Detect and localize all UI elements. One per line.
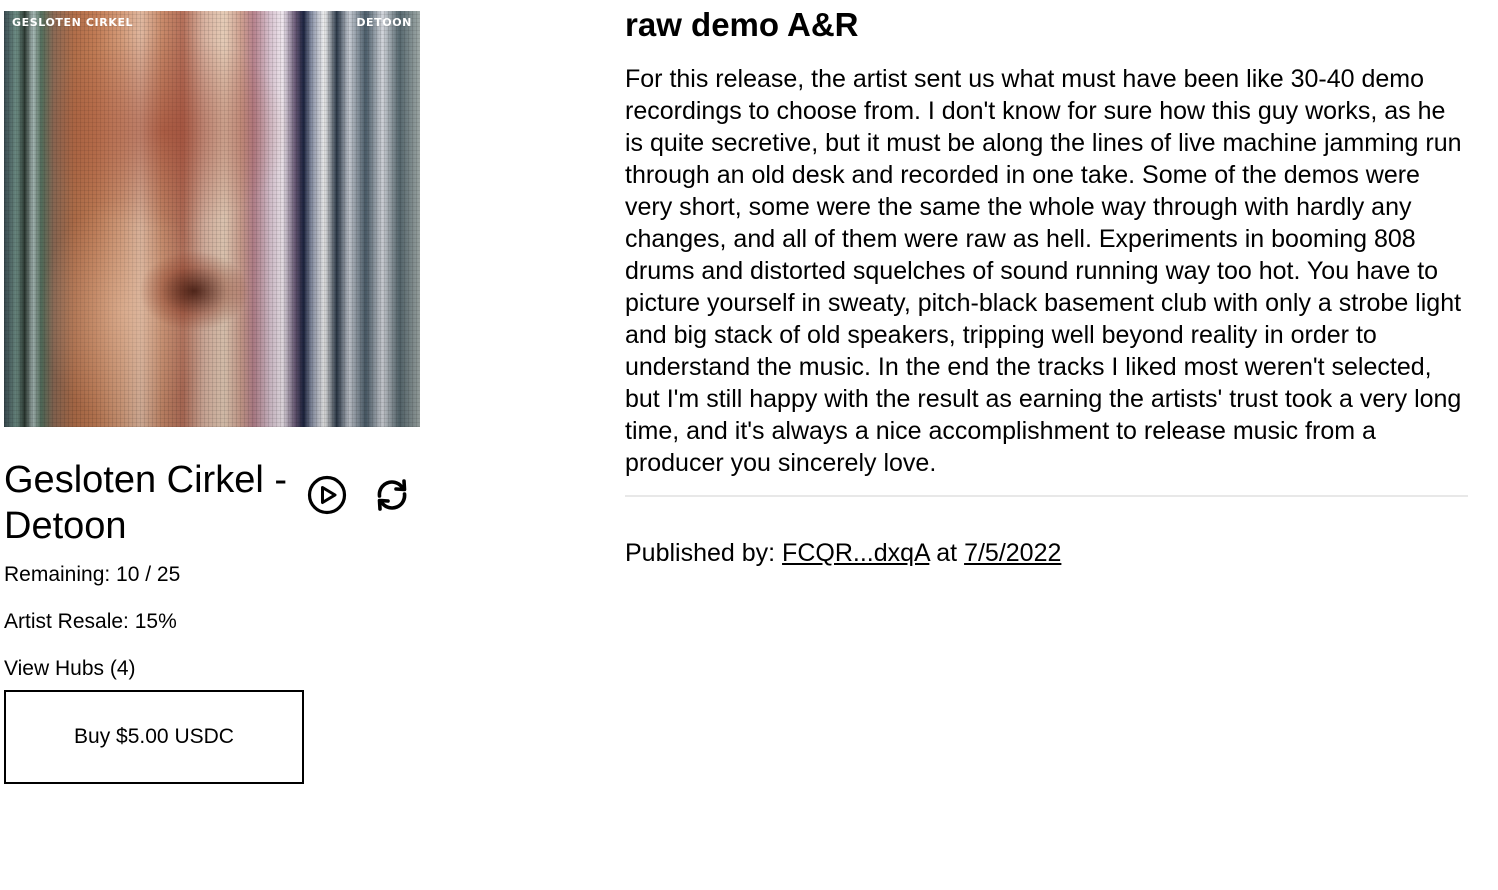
published-line: Published by: FCQR...dxqA at 7/5/2022 — [625, 537, 1470, 569]
repeat-button[interactable] — [371, 474, 413, 516]
description-body: For this release, the artist sent us wha… — [625, 65, 1462, 477]
release-title: Gesloten Cirkel - Detoon — [4, 459, 287, 547]
cover-title-text: DETOON — [356, 16, 412, 29]
remaining-count: Remaining: 10 / 25 — [4, 563, 181, 586]
cover-artist-text: GESLOTEN CIRKEL — [12, 16, 134, 29]
album-cover-image: GESLOTEN CIRKEL DETOON — [4, 11, 420, 427]
release-panel: GESLOTEN CIRKEL DETOON Gesloten Cirkel -… — [4, 11, 424, 549]
artist-resale: Artist Resale: 15% — [4, 610, 177, 633]
description-panel: raw demo A&R For this release, the artis… — [625, 5, 1470, 569]
title-row: Gesloten Cirkel - Detoon — [4, 457, 424, 549]
published-middle: at — [929, 539, 965, 567]
play-button[interactable] — [306, 474, 348, 516]
published-prefix: Published by: — [625, 539, 783, 567]
cover-art-overlay — [4, 11, 420, 427]
view-hubs-link[interactable]: View Hubs (4) — [4, 657, 136, 681]
publisher-link[interactable]: FCQR...dxqA — [782, 539, 929, 567]
repeat-icon — [377, 479, 407, 511]
buy-button[interactable]: Buy $5.00 USDC — [4, 690, 304, 784]
published-date-link[interactable]: 7/5/2022 — [964, 539, 1061, 567]
description-title: raw demo A&R — [625, 6, 859, 43]
divider — [625, 495, 1468, 497]
play-circle-icon — [307, 475, 347, 515]
